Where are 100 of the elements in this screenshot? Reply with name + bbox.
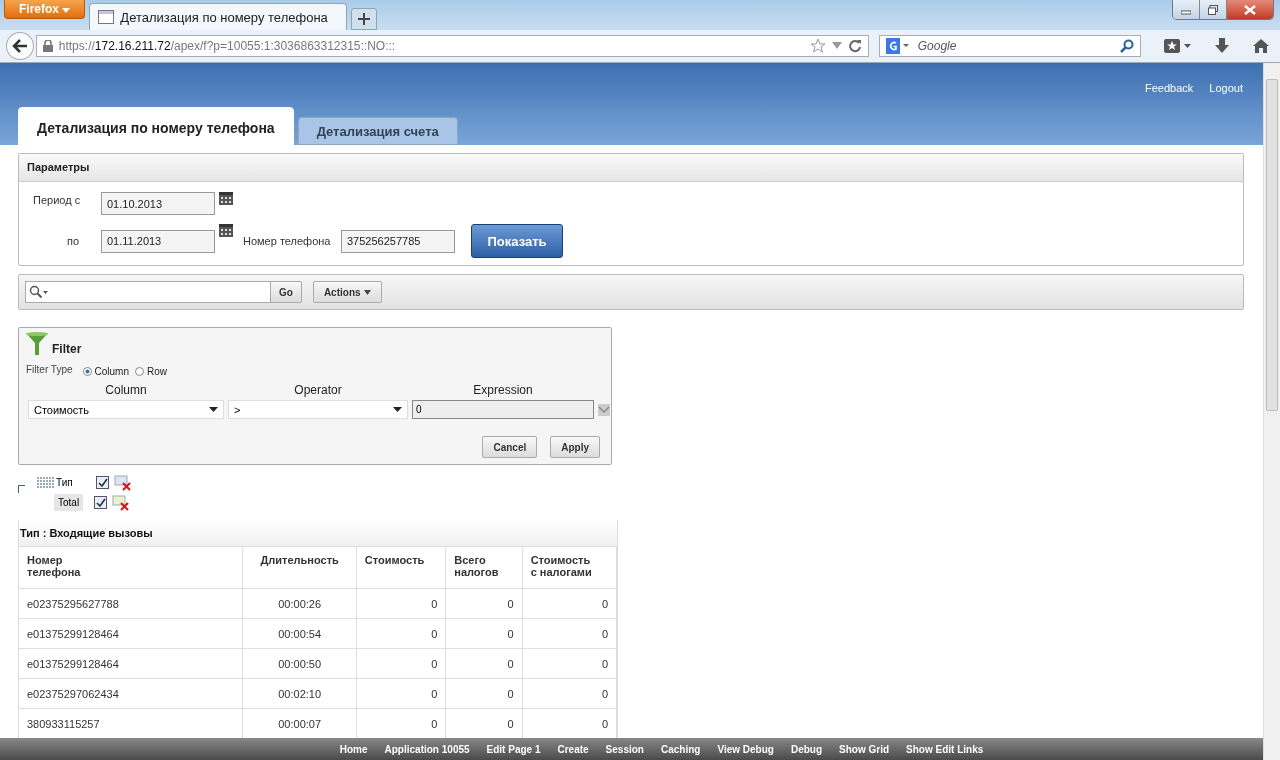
table-cell: 00:00:54 <box>243 618 357 649</box>
table-cell: 0 <box>522 648 617 679</box>
expression-heading: Expression <box>472 383 534 397</box>
search-icon[interactable] <box>1119 39 1134 53</box>
operator-select[interactable]: > <box>228 400 408 419</box>
developer-link[interactable]: Debug <box>790 743 823 755</box>
table-cell: 0 <box>445 618 523 649</box>
go-button[interactable]: Go <box>271 281 302 303</box>
actions-button[interactable]: Actions <box>312 281 382 303</box>
caret-icon <box>393 407 402 412</box>
radio-option[interactable]: Column <box>82 366 129 377</box>
table-cell: 0 <box>522 588 617 619</box>
address-bar[interactable]: https://172.16.211.72/apex/f?p=10055:1:3036863312315::NO::: <box>35 35 869 57</box>
show-button[interactable]: Показать <box>471 224 563 258</box>
developer-link[interactable]: Edit Page 1 <box>486 743 541 755</box>
developer-link[interactable]: Application 10055 <box>384 743 470 755</box>
caret-icon <box>209 407 218 412</box>
star-icon[interactable] <box>809 38 826 54</box>
report-search-field[interactable] <box>25 281 271 303</box>
back-button[interactable] <box>6 32 34 60</box>
calendar-icon[interactable] <box>219 224 233 237</box>
table-cell: 00:00:50 <box>243 648 357 679</box>
home-icon[interactable] <box>1252 38 1270 54</box>
browser-tab[interactable]: Детализация по номеру телефона <box>89 3 348 30</box>
developer-link[interactable]: Caching <box>660 743 701 755</box>
page-tab[interactable]: Детализация по номеру телефона <box>18 107 294 145</box>
remove-break-icon[interactable] <box>112 494 131 511</box>
minimize-button[interactable] <box>1173 0 1200 19</box>
column-header[interactable]: Стоимость <box>356 546 446 589</box>
restore-button[interactable] <box>1200 0 1227 19</box>
developer-link[interactable]: Session <box>605 743 644 755</box>
developer-link[interactable]: Show Grid <box>839 743 890 755</box>
close-icon <box>1244 4 1256 15</box>
date-field[interactable]: 01.11.2013 <box>101 229 215 253</box>
header-link[interactable]: Feedback <box>1145 82 1194 106</box>
developer-link[interactable]: Home <box>339 743 368 755</box>
filter-type-label: Filter Type <box>26 364 73 375</box>
break-label: Тип <box>56 477 74 488</box>
column-header[interactable]: Стоимость с налогами <box>522 546 617 589</box>
table-cell: e01375299128464 <box>19 618 243 649</box>
collapse-icon[interactable] <box>18 485 26 493</box>
caret-icon <box>363 289 371 295</box>
remove-break-icon[interactable] <box>114 474 132 491</box>
table-cell: 0 <box>445 648 523 679</box>
close-button[interactable] <box>1227 0 1273 19</box>
table-cell: 0 <box>522 618 617 649</box>
filter-title: Filter <box>52 342 82 356</box>
column-header[interactable]: Номер телефона <box>19 546 243 589</box>
funnel-icon <box>26 332 48 356</box>
page-icon <box>98 10 115 24</box>
field-label: Период с <box>32 193 82 206</box>
table-cell: e02375295627788 <box>19 588 243 619</box>
back-arrow-icon <box>11 39 28 53</box>
operator-heading: Operator <box>293 383 343 397</box>
plus-icon <box>358 13 371 25</box>
table-cell: 0 <box>356 648 446 679</box>
column-header[interactable]: Всего налогов <box>445 546 523 589</box>
table-cell: 0 <box>356 678 446 709</box>
restore-icon <box>1208 4 1218 15</box>
scrollbar[interactable] <box>1263 63 1280 760</box>
table-cell: 00:00:26 <box>243 588 357 619</box>
phone-field[interactable]: 375256257785 <box>341 229 455 253</box>
expression-field[interactable]: 0 <box>412 400 594 419</box>
apply-button[interactable]: Apply <box>550 436 600 458</box>
developer-link[interactable]: View Debug <box>717 743 774 755</box>
table-cell: 0 <box>522 678 617 709</box>
cancel-button[interactable]: Cancel <box>482 436 538 458</box>
url-text: https://172.16.211.72/apex/f?p=10055:1:3036863312315::NO::: <box>58 39 396 53</box>
google-icon <box>885 38 910 54</box>
column-heading: Column <box>104 383 148 397</box>
grid-icon <box>36 475 56 490</box>
checkbox[interactable] <box>94 496 108 509</box>
new-tab-button[interactable] <box>351 8 378 30</box>
calendar-icon[interactable] <box>219 192 233 205</box>
date-field[interactable]: 01.10.2013 <box>101 192 215 215</box>
bookmarks-icon[interactable] <box>1162 38 1193 54</box>
radio-option[interactable]: Row <box>134 366 167 377</box>
search-field[interactable]: Google <box>878 35 1141 57</box>
header-link[interactable]: Logout <box>1209 82 1243 106</box>
column-select[interactable]: Стоимость <box>28 400 224 419</box>
developer-link[interactable]: Show Edit Links <box>906 743 984 755</box>
table-cell: 0 <box>445 588 523 619</box>
table-cell: e01375299128464 <box>19 648 243 679</box>
search-icon <box>29 285 49 299</box>
reload-icon[interactable] <box>847 39 862 53</box>
table-cell: 0 <box>356 588 446 619</box>
column-header[interactable]: Длительность <box>243 546 357 589</box>
table-cell: 00:02:10 <box>243 678 357 709</box>
page-tab[interactable]: Детализация счета <box>297 117 458 145</box>
dropdown-icon[interactable] <box>598 403 610 416</box>
dropdown-icon[interactable] <box>831 42 842 50</box>
download-icon[interactable] <box>1214 38 1231 54</box>
field-label: по <box>66 235 81 247</box>
panel-title: Параметры <box>27 161 90 173</box>
lock-icon <box>42 40 53 52</box>
checkbox[interactable] <box>96 476 109 489</box>
table-cell: 0 <box>356 618 446 649</box>
developer-link[interactable]: Create <box>557 743 589 755</box>
table-cell: 0 <box>445 678 523 709</box>
table-cell: e02375297062434 <box>19 678 243 709</box>
